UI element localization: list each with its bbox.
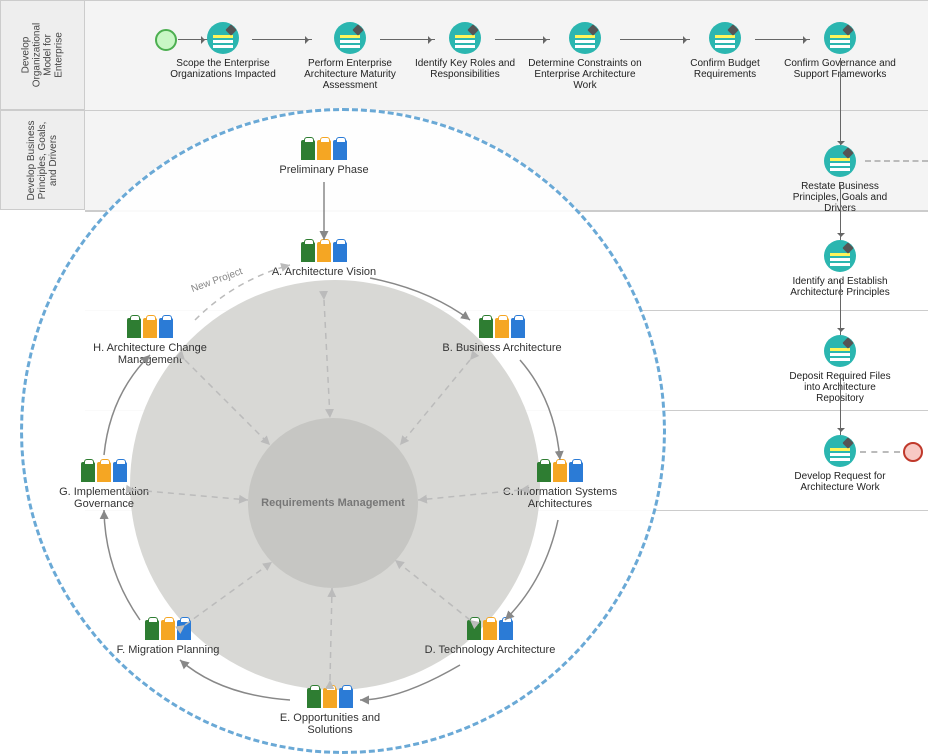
adm-label: C. Information Systems Architectures	[503, 486, 617, 510]
adm-g-governance[interactable]: G. Implementation Governance	[34, 462, 174, 510]
adm-core: Requirements Management	[248, 418, 418, 588]
binders-icon	[432, 318, 572, 338]
node-constraints[interactable]: Determine Constraints on Enterprise Arch…	[525, 22, 645, 91]
adm-h-change-mgmt[interactable]: H. Architecture Change Management	[80, 318, 220, 366]
binders-icon	[80, 318, 220, 338]
task-icon	[824, 240, 856, 272]
adm-label: E. Opportunities and Solutions	[280, 712, 380, 736]
binders-icon	[254, 140, 394, 160]
adm-core-label: Requirements Management	[261, 497, 405, 509]
adm-label: B. Business Architecture	[442, 342, 561, 354]
lane-1-header: Develop Organizational Model for Enterpr…	[0, 0, 85, 110]
diagram-canvas: Develop Organizational Model for Enterpr…	[0, 0, 928, 755]
lane-2-header: Develop Business Principles, Goals, and …	[0, 110, 85, 210]
task-icon	[824, 145, 856, 177]
adm-label: G. Implementation Governance	[59, 486, 149, 510]
adm-label: Preliminary Phase	[279, 164, 368, 176]
task-icon	[334, 22, 366, 54]
task-icon	[824, 435, 856, 467]
task-icon	[207, 22, 239, 54]
arrow	[840, 280, 841, 335]
lane-1-label: Develop Organizational Model for Enterpr…	[21, 14, 65, 97]
node-request-work[interactable]: Develop Request for Architecture Work	[780, 435, 900, 493]
adm-e-opportunities[interactable]: E. Opportunities and Solutions	[260, 688, 400, 736]
arrow	[840, 185, 841, 240]
lane-2-label: Develop Business Principles, Goals, and …	[26, 119, 59, 202]
adm-a-vision[interactable]: A. Architecture Vision	[254, 242, 394, 278]
arrow	[840, 375, 841, 435]
node-label: Scope the Enterprise Organizations Impac…	[170, 58, 276, 80]
node-label: Perform Enterprise Architecture Maturity…	[304, 58, 396, 91]
end-event	[903, 442, 923, 462]
node-label: Identify Key Roles and Responsibilities	[415, 58, 515, 80]
adm-preliminary[interactable]: Preliminary Phase	[254, 140, 394, 176]
node-label: Develop Request for Architecture Work	[794, 471, 885, 493]
binders-icon	[34, 462, 174, 482]
adm-f-migration[interactable]: F. Migration Planning	[98, 620, 238, 656]
adm-label: D. Technology Architecture	[425, 644, 556, 656]
task-icon	[569, 22, 601, 54]
node-label: Determine Constraints on Enterprise Arch…	[528, 58, 641, 91]
adm-b-business[interactable]: B. Business Architecture	[432, 318, 572, 354]
task-icon	[449, 22, 481, 54]
binders-icon	[254, 242, 394, 262]
arrow	[840, 58, 841, 148]
dashed-connector	[860, 451, 900, 453]
dashed-connector	[865, 160, 928, 162]
task-icon	[824, 335, 856, 367]
node-budget[interactable]: Confirm Budget Requirements	[665, 22, 785, 80]
binders-icon	[420, 620, 560, 640]
node-maturity-assessment[interactable]: Perform Enterprise Architecture Maturity…	[290, 22, 410, 91]
adm-label: H. Architecture Change Management	[93, 342, 207, 366]
binders-icon	[98, 620, 238, 640]
node-label: Confirm Budget Requirements	[690, 58, 759, 80]
node-scope-enterprise[interactable]: Scope the Enterprise Organizations Impac…	[163, 22, 283, 80]
task-icon	[709, 22, 741, 54]
node-key-roles[interactable]: Identify Key Roles and Responsibilities	[405, 22, 525, 80]
adm-label: F. Migration Planning	[117, 644, 220, 656]
binders-icon	[490, 462, 630, 482]
adm-d-technology[interactable]: D. Technology Architecture	[420, 620, 560, 656]
task-icon	[824, 22, 856, 54]
adm-label: A. Architecture Vision	[272, 266, 376, 278]
binders-icon	[260, 688, 400, 708]
adm-c-information[interactable]: C. Information Systems Architectures	[490, 462, 630, 510]
